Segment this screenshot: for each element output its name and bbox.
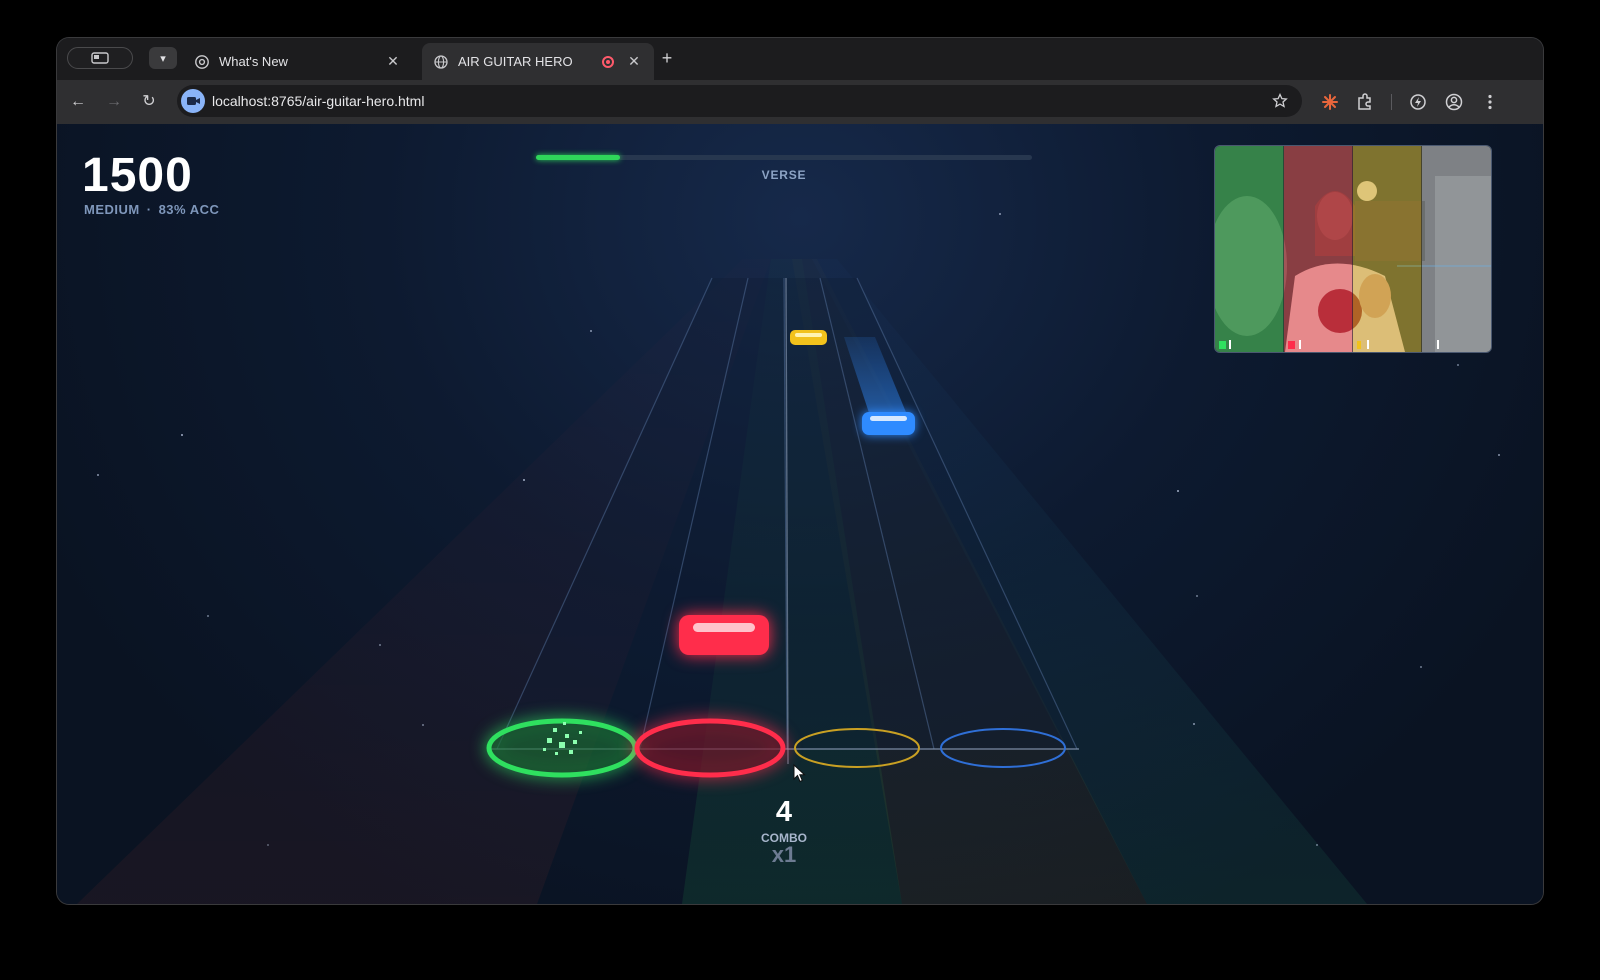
more-menu-icon[interactable] [1480, 92, 1500, 112]
tab-strip: ▾ What's New ✕ AIR GUITAR HERO ✕ + [57, 38, 1543, 80]
camera-in-use-icon[interactable] [181, 89, 205, 113]
browser-toolbar: ← → ↻ localhost:8765/air-guitar-hero.htm… [57, 80, 1543, 125]
song-section: VERSE [761, 168, 807, 182]
hand-tick [1299, 340, 1301, 349]
note-yellow [790, 330, 827, 345]
tab-whats-new[interactable]: What's New ✕ [183, 43, 413, 80]
back-arrow-icon[interactable]: ← [68, 92, 88, 112]
score: 1500 [82, 149, 193, 202]
accuracy: 83% ACC [158, 202, 220, 217]
camera-zone-blue [1422, 146, 1491, 352]
hand-tick [1437, 340, 1439, 349]
game-canvas[interactable]: 1500 MEDIUM · 83% ACC VERSE 4 COMBO x1 [57, 124, 1543, 904]
difficulty: MEDIUM [84, 202, 140, 217]
camera-zone-green [1215, 146, 1284, 352]
combo-display: 4 COMBO x1 [734, 796, 834, 868]
new-tab-icon[interactable]: + [657, 48, 677, 68]
note-blue [862, 412, 915, 435]
window-icon [91, 52, 109, 64]
forward-arrow-icon[interactable]: → [104, 92, 124, 112]
separator: · [146, 202, 152, 217]
difficulty-accuracy: MEDIUM · 83% ACC [84, 202, 219, 217]
chrome-icon [195, 54, 209, 69]
claude-extension-icon[interactable] [1320, 92, 1340, 112]
tab-groups-button[interactable] [67, 47, 133, 69]
song-progress-bar [536, 155, 1032, 160]
hand-tick [1229, 340, 1231, 349]
browser-window: ▾ What's New ✕ AIR GUITAR HERO ✕ + ← → ↻ [57, 38, 1543, 904]
tab-title: AIR GUITAR HERO [458, 54, 573, 69]
address-bar[interactable]: localhost:8765/air-guitar-hero.html [177, 85, 1302, 117]
combo-multiplier: x1 [771, 842, 797, 867]
webcam-preview [1214, 145, 1492, 353]
combo-count: 4 [775, 796, 793, 828]
mouse-cursor-icon [793, 764, 806, 783]
hand-tick [1367, 340, 1369, 349]
camera-zone-red [1284, 146, 1353, 352]
note-red [679, 615, 769, 655]
close-tab-icon[interactable]: ✕ [626, 53, 642, 70]
extensions-puzzle-icon[interactable] [1355, 92, 1375, 112]
url-text: localhost:8765/air-guitar-hero.html [212, 93, 425, 109]
close-tab-icon[interactable]: ✕ [385, 53, 401, 70]
chevron-down-icon: ▾ [160, 52, 166, 65]
song-progress-fill [536, 155, 621, 160]
tab-search-button[interactable]: ▾ [149, 47, 177, 69]
performance-icon[interactable] [1408, 92, 1428, 112]
zone-marker-red [1288, 341, 1295, 349]
zone-marker-green [1219, 341, 1226, 349]
toolbar-divider [1391, 94, 1392, 110]
profile-icon[interactable] [1444, 92, 1464, 112]
tab-air-guitar-hero[interactable]: AIR GUITAR HERO ✕ [422, 43, 654, 80]
reload-icon[interactable]: ↻ [139, 92, 159, 112]
zone-marker-yellow [1357, 341, 1361, 349]
fret-target-red [634, 718, 786, 778]
camera-zone-yellow [1353, 146, 1422, 352]
globe-icon [434, 54, 448, 69]
tab-title: What's New [219, 54, 288, 69]
recording-icon [602, 55, 614, 68]
bookmark-star-icon[interactable] [1272, 93, 1288, 109]
